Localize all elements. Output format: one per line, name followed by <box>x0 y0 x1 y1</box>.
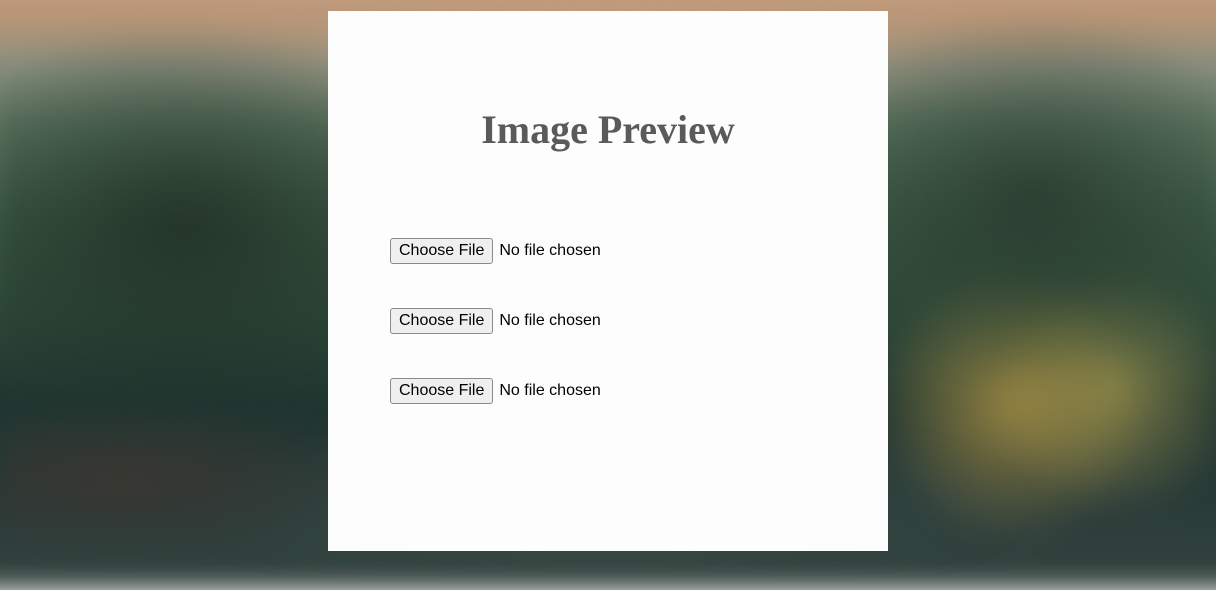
page-title: Image Preview <box>481 106 735 153</box>
choose-file-button[interactable]: Choose File <box>390 238 493 264</box>
image-preview-card: Image Preview Choose File No file chosen… <box>328 11 888 551</box>
file-status-text: No file chosen <box>499 382 600 400</box>
file-status-text: No file chosen <box>499 242 600 260</box>
file-input-list: Choose File No file chosen Choose File N… <box>328 238 888 404</box>
file-input-row: Choose File No file chosen <box>390 378 888 404</box>
file-input-row: Choose File No file chosen <box>390 238 888 264</box>
choose-file-button[interactable]: Choose File <box>390 308 493 334</box>
choose-file-button[interactable]: Choose File <box>390 378 493 404</box>
file-input-row: Choose File No file chosen <box>390 308 888 334</box>
file-status-text: No file chosen <box>499 312 600 330</box>
